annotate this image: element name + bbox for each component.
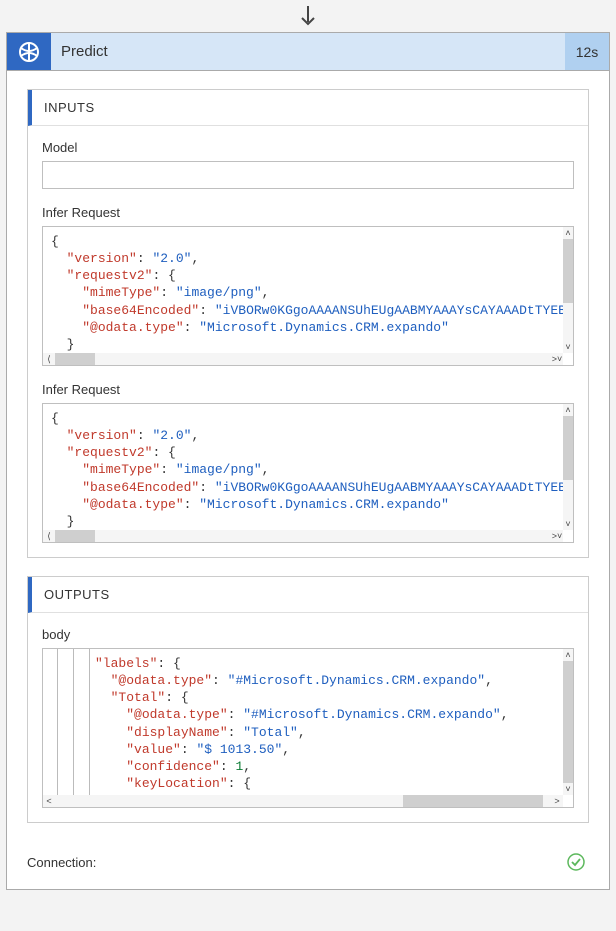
card-header[interactable]: Predict 12s bbox=[7, 33, 609, 71]
scroll-right-icon[interactable]: >˅ bbox=[551, 530, 563, 542]
scrollbar-vertical[interactable]: ˄ ˅ bbox=[563, 227, 573, 353]
scrollbar-vertical[interactable]: ˄ ˅ bbox=[563, 649, 573, 795]
scroll-left-icon[interactable]: < bbox=[43, 795, 55, 807]
scrollbar-horizontal[interactable]: ⟨ >˅ bbox=[43, 353, 563, 365]
scroll-thumb[interactable] bbox=[55, 530, 95, 542]
connection-label: Connection: bbox=[27, 855, 567, 870]
model-input[interactable] bbox=[42, 161, 574, 189]
infer-request-1-label: Infer Request bbox=[42, 205, 574, 220]
scroll-thumb[interactable] bbox=[563, 661, 573, 783]
scroll-right-icon[interactable]: > bbox=[551, 795, 563, 807]
infer-request-2-codebox[interactable]: { "version": "2.0", "requestv2": { "mime… bbox=[42, 403, 574, 543]
scroll-up-icon[interactable]: ˄ bbox=[563, 404, 573, 416]
scroll-thumb[interactable] bbox=[55, 353, 95, 365]
outputs-panel-header: OUTPUTS bbox=[28, 577, 588, 613]
scroll-thumb[interactable] bbox=[563, 416, 573, 480]
predict-card: Predict 12s INPUTS Model Infer Request {… bbox=[6, 32, 610, 890]
infer-request-1-codebox[interactable]: { "version": "2.0", "requestv2": { "mime… bbox=[42, 226, 574, 366]
scroll-down-icon[interactable]: ˅ bbox=[563, 341, 573, 353]
fold-gutter[interactable] bbox=[43, 649, 91, 795]
predict-icon bbox=[7, 33, 51, 70]
card-footer: Connection: bbox=[27, 841, 589, 879]
scroll-left-icon[interactable]: ⟨ bbox=[43, 353, 55, 365]
inputs-panel: INPUTS Model Infer Request { "version": … bbox=[27, 89, 589, 558]
inputs-panel-header: INPUTS bbox=[28, 90, 588, 126]
infer-request-1-content: { "version": "2.0", "requestv2": { "mime… bbox=[43, 227, 573, 353]
card-title: Predict bbox=[51, 33, 565, 70]
scroll-right-icon[interactable]: >˅ bbox=[551, 353, 563, 365]
scrollbar-vertical[interactable]: ˄ ˅ bbox=[563, 404, 573, 530]
scroll-up-icon[interactable]: ˄ bbox=[563, 649, 573, 661]
scroll-up-icon[interactable]: ˄ bbox=[563, 227, 573, 239]
scrollbar-horizontal[interactable]: ⟨ >˅ bbox=[43, 530, 563, 542]
scroll-thumb[interactable] bbox=[563, 239, 573, 303]
infer-request-2-label: Infer Request bbox=[42, 382, 574, 397]
duration-badge: 12s bbox=[565, 33, 609, 70]
flow-arrow-icon bbox=[299, 6, 317, 28]
scroll-down-icon[interactable]: ˅ bbox=[563, 518, 573, 530]
model-label: Model bbox=[42, 140, 574, 155]
infer-request-2-content: { "version": "2.0", "requestv2": { "mime… bbox=[43, 404, 573, 530]
body-label: body bbox=[42, 627, 574, 642]
scrollbar-horizontal[interactable]: < > bbox=[43, 795, 563, 807]
body-codebox[interactable]: "labels": { "@odata.type": "#Microsoft.D… bbox=[42, 648, 574, 808]
status-ok-icon bbox=[567, 853, 585, 871]
scroll-down-icon[interactable]: ˅ bbox=[563, 783, 573, 795]
scroll-thumb[interactable] bbox=[403, 795, 543, 807]
body-content: "labels": { "@odata.type": "#Microsoft.D… bbox=[43, 649, 573, 793]
outputs-panel: OUTPUTS body "labels": { "@odata.type": … bbox=[27, 576, 589, 823]
scroll-left-icon[interactable]: ⟨ bbox=[43, 530, 55, 542]
